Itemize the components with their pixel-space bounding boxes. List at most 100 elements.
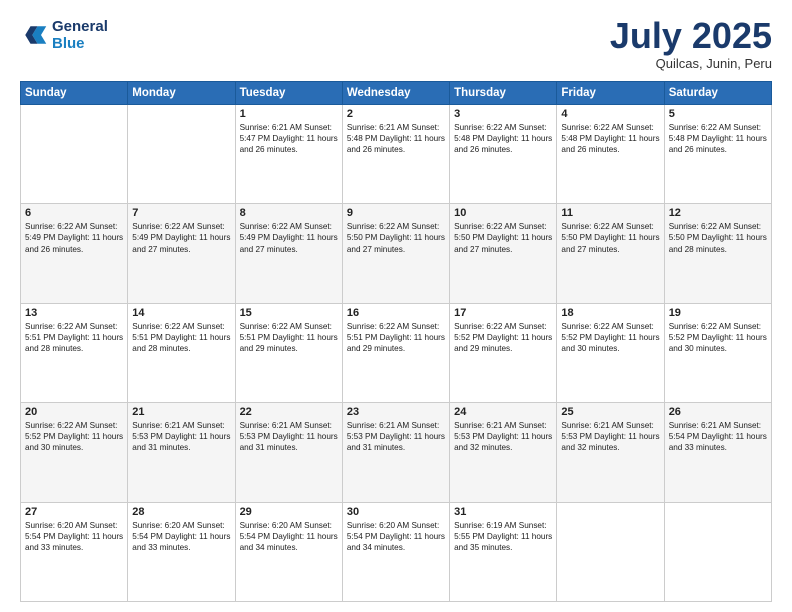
day-info: Sunrise: 6:22 AM Sunset: 5:51 PM Dayligh… — [240, 321, 338, 354]
logo-blue: Blue — [52, 35, 108, 52]
day-info: Sunrise: 6:22 AM Sunset: 5:51 PM Dayligh… — [347, 321, 445, 354]
day-number: 7 — [132, 207, 230, 219]
day-number: 28 — [132, 506, 230, 518]
calendar-week-2: 6 Sunrise: 6:22 AM Sunset: 5:49 PM Daylig… — [21, 204, 772, 303]
col-saturday: Saturday — [664, 82, 771, 105]
calendar-cell: 14 Sunrise: 6:22 AM Sunset: 5:51 PM Dayli… — [128, 303, 235, 402]
calendar-cell: 18Sunrise: 6:22 AM Sunset: 5:52 PM Dayli… — [557, 303, 664, 402]
page: General Blue July 2025 Quilcas, Junin, P… — [0, 0, 792, 612]
day-info: Sunrise: 6:22 AM Sunset: 5:49 PM Dayligh… — [25, 221, 123, 254]
day-info: Sunrise: 6:22 AM Sunset: 5:49 PM Dayligh… — [132, 221, 230, 254]
day-info: Sunrise: 6:21 AM Sunset: 5:53 PM Dayligh… — [454, 420, 552, 453]
calendar-cell — [664, 502, 771, 601]
calendar-cell: 22 Sunrise: 6:21 AM Sunset: 5:53 PM Dayli… — [235, 403, 342, 502]
logo: General Blue — [20, 18, 108, 52]
calendar-cell: 12 Sunrise: 6:22 AM Sunset: 5:50 PM Dayli… — [664, 204, 771, 303]
day-info: Sunrise: 6:22 AM Sunset: 5:52 PM Dayligh… — [669, 321, 767, 354]
calendar-cell: 24 Sunrise: 6:21 AM Sunset: 5:53 PM Dayli… — [450, 403, 557, 502]
calendar-cell: 20 Sunrise: 6:22 AM Sunset: 5:52 PM Dayli… — [21, 403, 128, 502]
day-info: Sunrise: 6:21 AM Sunset: 5:53 PM Dayligh… — [240, 420, 338, 453]
day-info: Sunrise: 6:20 AM Sunset: 5:54 PM Dayligh… — [240, 520, 338, 553]
day-number: 15 — [240, 307, 338, 319]
calendar-cell: 23 Sunrise: 6:21 AM Sunset: 5:53 PM Dayli… — [342, 403, 449, 502]
calendar-cell: 11Sunrise: 6:22 AM Sunset: 5:50 PM Dayli… — [557, 204, 664, 303]
day-info: Sunrise: 6:21 AM Sunset: 5:48 PM Dayligh… — [347, 122, 445, 155]
day-number: 6 — [25, 207, 123, 219]
day-number: 27 — [25, 506, 123, 518]
calendar-cell: 9 Sunrise: 6:22 AM Sunset: 5:50 PM Daylig… — [342, 204, 449, 303]
month-title: July 2025 — [610, 18, 772, 54]
calendar-cell: 25 Sunrise: 6:21 AM Sunset: 5:53 PM Dayli… — [557, 403, 664, 502]
calendar-week-1: 1Sunrise: 6:21 AM Sunset: 5:47 PM Daylig… — [21, 105, 772, 204]
calendar-cell: 19 Sunrise: 6:22 AM Sunset: 5:52 PM Dayli… — [664, 303, 771, 402]
calendar-cell: 28 Sunrise: 6:20 AM Sunset: 5:54 PM Dayli… — [128, 502, 235, 601]
calendar-cell: 31 Sunrise: 6:19 AM Sunset: 5:55 PM Dayli… — [450, 502, 557, 601]
day-info: Sunrise: 6:21 AM Sunset: 5:53 PM Dayligh… — [347, 420, 445, 453]
col-thursday: Thursday — [450, 82, 557, 105]
header: General Blue July 2025 Quilcas, Junin, P… — [20, 18, 772, 71]
day-info: Sunrise: 6:21 AM Sunset: 5:53 PM Dayligh… — [132, 420, 230, 453]
col-monday: Monday — [128, 82, 235, 105]
col-sunday: Sunday — [21, 82, 128, 105]
location: Quilcas, Junin, Peru — [610, 56, 772, 71]
day-number: 21 — [132, 406, 230, 418]
calendar: Sunday Monday Tuesday Wednesday Thursday… — [20, 81, 772, 602]
day-info: Sunrise: 6:22 AM Sunset: 5:50 PM Dayligh… — [454, 221, 552, 254]
day-number: 17 — [454, 307, 552, 319]
day-info: Sunrise: 6:19 AM Sunset: 5:55 PM Dayligh… — [454, 520, 552, 553]
calendar-week-3: 13Sunrise: 6:22 AM Sunset: 5:51 PM Dayli… — [21, 303, 772, 402]
day-info: Sunrise: 6:22 AM Sunset: 5:52 PM Dayligh… — [561, 321, 659, 354]
day-info: Sunrise: 6:20 AM Sunset: 5:54 PM Dayligh… — [132, 520, 230, 553]
calendar-cell: 4Sunrise: 6:22 AM Sunset: 5:48 PM Daylig… — [557, 105, 664, 204]
day-number: 11 — [561, 207, 659, 219]
day-number: 1 — [240, 108, 338, 120]
calendar-cell: 17Sunrise: 6:22 AM Sunset: 5:52 PM Dayli… — [450, 303, 557, 402]
logo-icon — [20, 21, 48, 49]
day-number: 22 — [240, 406, 338, 418]
day-number: 5 — [669, 108, 767, 120]
day-info: Sunrise: 6:22 AM Sunset: 5:48 PM Dayligh… — [669, 122, 767, 155]
calendar-cell: 16Sunrise: 6:22 AM Sunset: 5:51 PM Dayli… — [342, 303, 449, 402]
calendar-week-5: 27 Sunrise: 6:20 AM Sunset: 5:54 PM Dayli… — [21, 502, 772, 601]
calendar-cell: 26Sunrise: 6:21 AM Sunset: 5:54 PM Dayli… — [664, 403, 771, 502]
calendar-cell — [128, 105, 235, 204]
day-number: 2 — [347, 108, 445, 120]
day-info: Sunrise: 6:22 AM Sunset: 5:51 PM Dayligh… — [132, 321, 230, 354]
day-info: Sunrise: 6:20 AM Sunset: 5:54 PM Dayligh… — [25, 520, 123, 553]
calendar-cell — [21, 105, 128, 204]
calendar-header: Sunday Monday Tuesday Wednesday Thursday… — [21, 82, 772, 105]
title-block: July 2025 Quilcas, Junin, Peru — [610, 18, 772, 71]
logo-text: General Blue — [52, 18, 108, 52]
day-info: Sunrise: 6:20 AM Sunset: 5:54 PM Dayligh… — [347, 520, 445, 553]
day-number: 12 — [669, 207, 767, 219]
calendar-cell: 1Sunrise: 6:21 AM Sunset: 5:47 PM Daylig… — [235, 105, 342, 204]
day-number: 8 — [240, 207, 338, 219]
col-friday: Friday — [557, 82, 664, 105]
day-number: 20 — [25, 406, 123, 418]
day-number: 14 — [132, 307, 230, 319]
calendar-cell: 2 Sunrise: 6:21 AM Sunset: 5:48 PM Daylig… — [342, 105, 449, 204]
day-info: Sunrise: 6:22 AM Sunset: 5:50 PM Dayligh… — [669, 221, 767, 254]
day-info: Sunrise: 6:22 AM Sunset: 5:50 PM Dayligh… — [347, 221, 445, 254]
day-number: 19 — [669, 307, 767, 319]
calendar-cell: 5 Sunrise: 6:22 AM Sunset: 5:48 PM Daylig… — [664, 105, 771, 204]
calendar-cell: 6 Sunrise: 6:22 AM Sunset: 5:49 PM Daylig… — [21, 204, 128, 303]
col-tuesday: Tuesday — [235, 82, 342, 105]
calendar-cell — [557, 502, 664, 601]
day-number: 4 — [561, 108, 659, 120]
logo-general: General — [52, 18, 108, 35]
day-number: 23 — [347, 406, 445, 418]
day-number: 25 — [561, 406, 659, 418]
day-number: 24 — [454, 406, 552, 418]
day-number: 31 — [454, 506, 552, 518]
calendar-cell: 27 Sunrise: 6:20 AM Sunset: 5:54 PM Dayli… — [21, 502, 128, 601]
calendar-cell: 10Sunrise: 6:22 AM Sunset: 5:50 PM Dayli… — [450, 204, 557, 303]
day-info: Sunrise: 6:22 AM Sunset: 5:52 PM Dayligh… — [25, 420, 123, 453]
day-info: Sunrise: 6:21 AM Sunset: 5:53 PM Dayligh… — [561, 420, 659, 453]
day-number: 9 — [347, 207, 445, 219]
calendar-cell: 8Sunrise: 6:22 AM Sunset: 5:49 PM Daylig… — [235, 204, 342, 303]
day-number: 26 — [669, 406, 767, 418]
col-wednesday: Wednesday — [342, 82, 449, 105]
day-info: Sunrise: 6:22 AM Sunset: 5:51 PM Dayligh… — [25, 321, 123, 354]
day-number: 3 — [454, 108, 552, 120]
